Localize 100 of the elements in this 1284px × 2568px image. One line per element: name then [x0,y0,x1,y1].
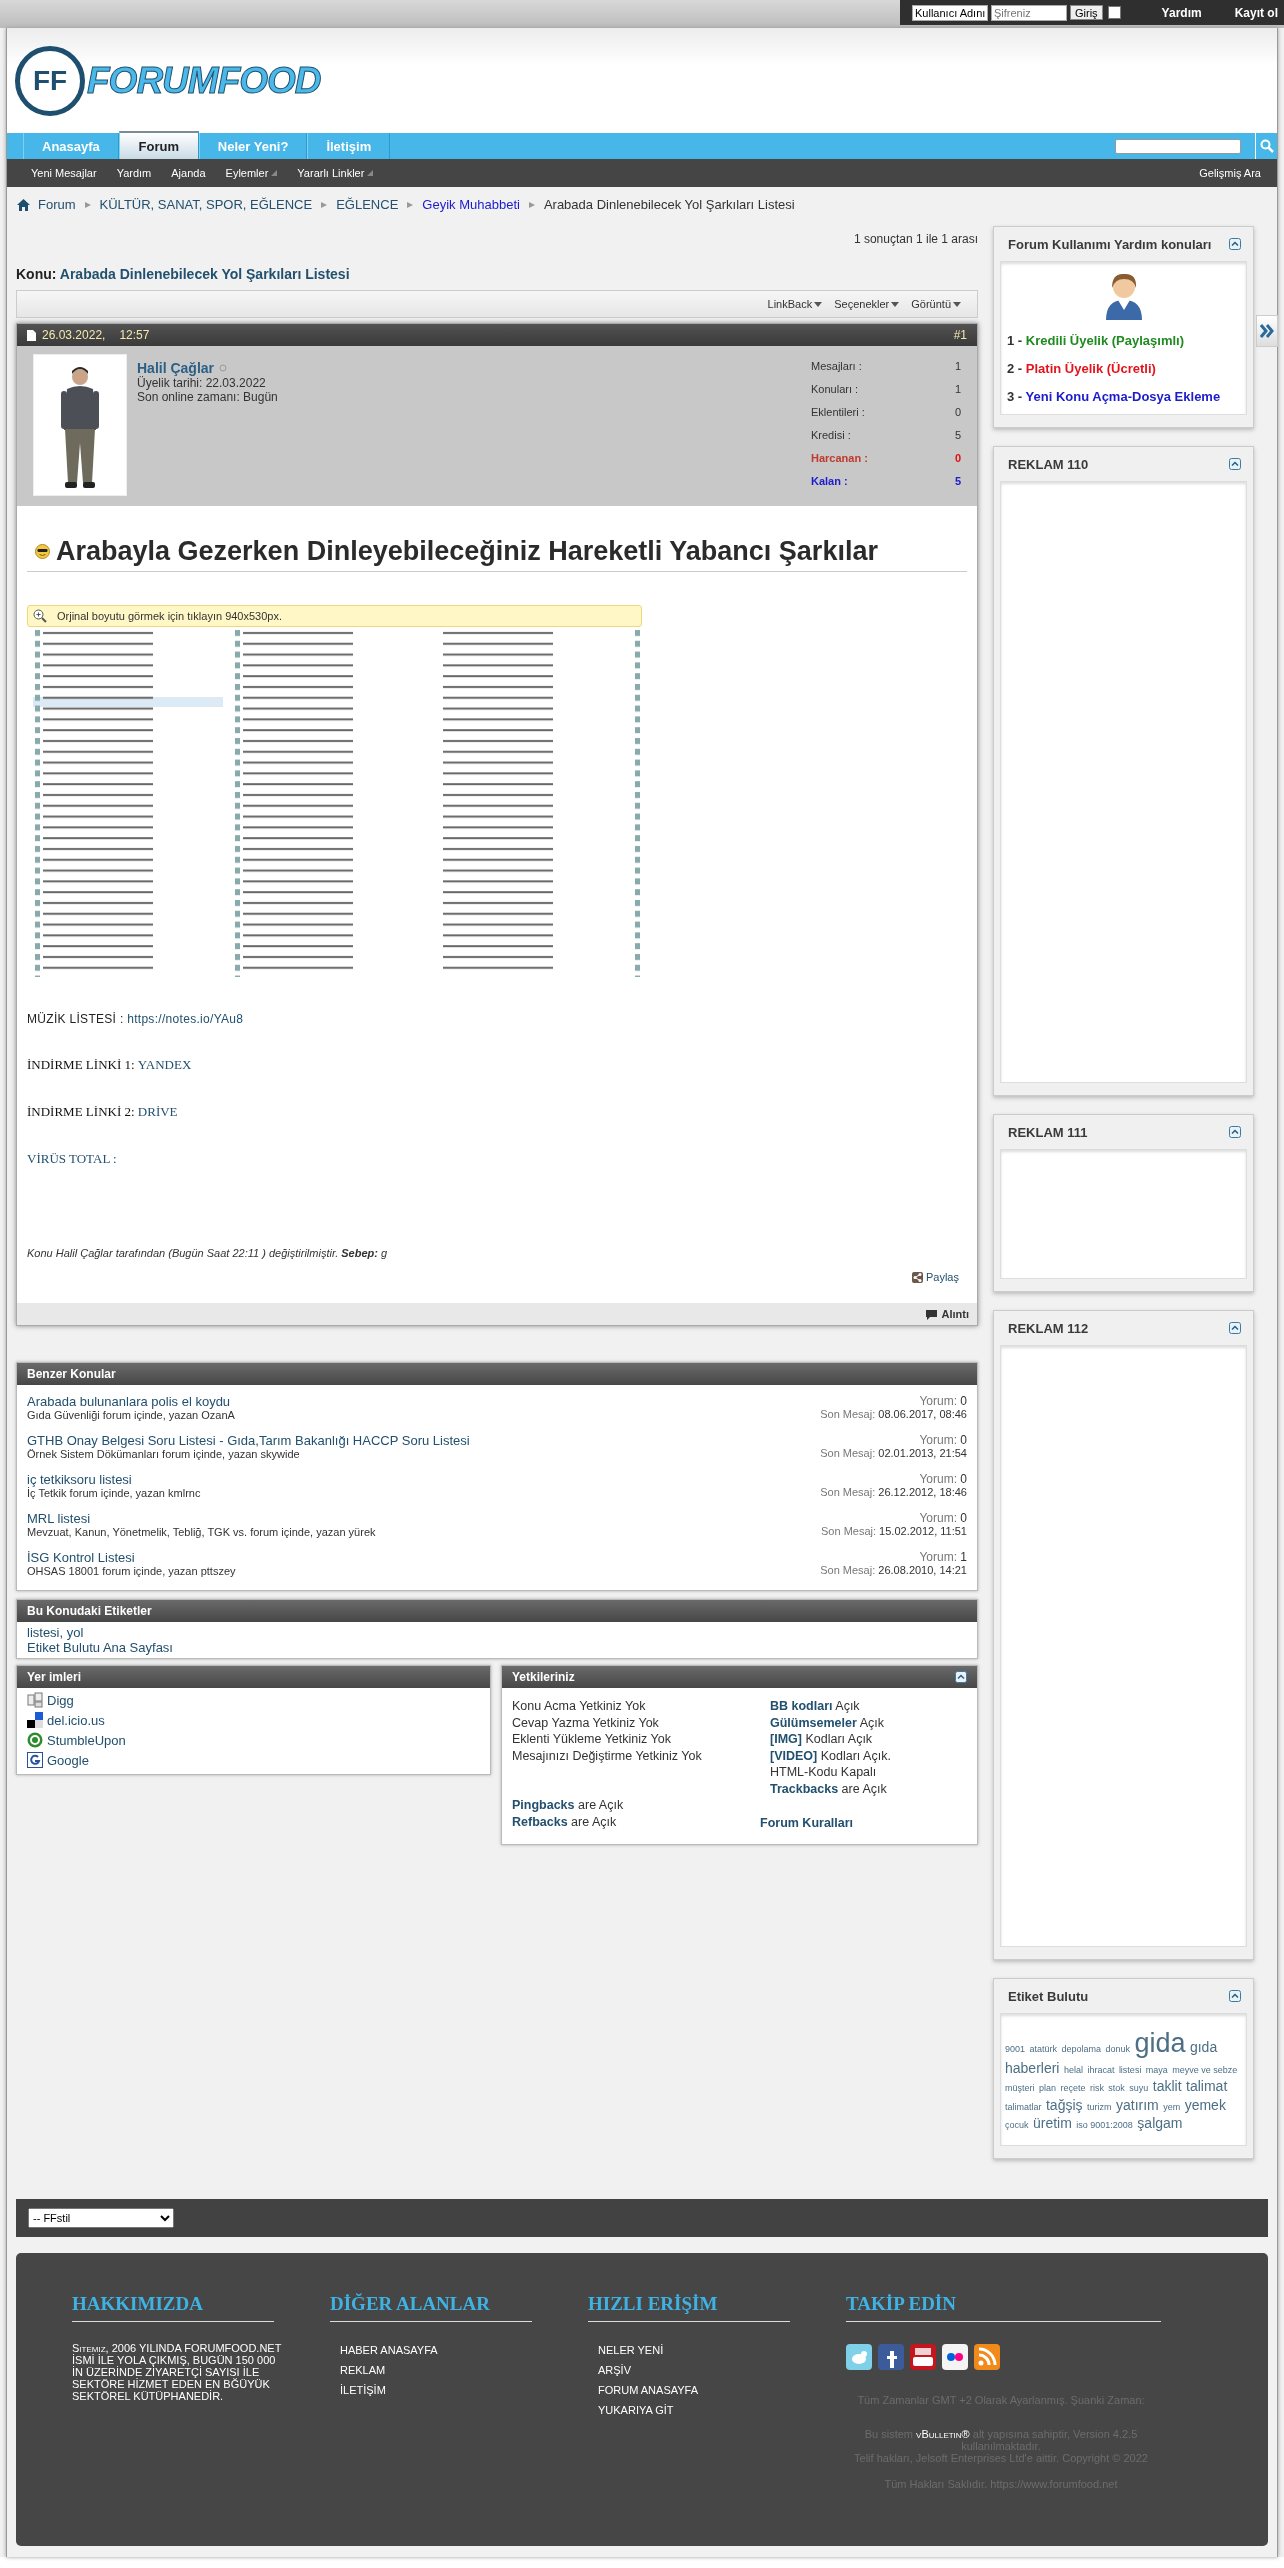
top-link[interactable]: Yardım [1161,5,1202,20]
bookmark-link[interactable]: del.icio.us [47,1712,105,1728]
help-link[interactable]: Yeni Konu Açma-Dosya Ekleme [1025,389,1221,404]
post-link[interactable]: https://notes.io/YAu8 [127,1012,244,1026]
tag-link[interactable]: listesi, yol [27,1625,84,1640]
tag-link[interactable]: gıda [1189,2039,1218,2055]
help-link[interactable]: Kredili Üyelik (Paylaşımlı) [1025,333,1185,348]
tag-link[interactable]: ihracat [1087,2065,1115,2076]
tag-link[interactable]: müşteri [1005,2083,1035,2094]
collapse-icon[interactable] [1229,1126,1241,1138]
tag-link[interactable]: talimatlar [1005,2101,1042,2112]
tag-link[interactable]: meyve ve sebze [1172,2065,1238,2076]
tag-link[interactable]: risk [1089,2083,1104,2094]
tag-link[interactable]: turizm [1087,2101,1112,2112]
thread-link[interactable]: GTHB Onay Belgesi Soru Listesi - Gıda,Tarım Bakanlığı HACCP Soru Listesi [27,1433,470,1448]
thread-link[interactable]: İSG Kontrol Listesi [27,1550,236,1565]
tag-link[interactable]: gida [1134,2028,1186,2058]
twitter-icon[interactable] [846,2343,872,2370]
tag-link[interactable]: tağşiş [1045,2096,1083,2113]
tag-link[interactable]: iso 9001:2008 [1076,2120,1133,2131]
tag-link[interactable]: yemek [1184,2096,1226,2113]
breadcrumb-link[interactable]: KÜLTÜR, SANAT, SPOR, EĞLENCE [99,197,313,212]
author-name[interactable]: Halil Çağlar [137,360,215,376]
rss-icon[interactable] [974,2343,1000,2370]
tag-link[interactable]: donuk [1105,2044,1130,2054]
rules-link[interactable]: Forum Kuralları [760,1815,967,1832]
tag-link[interactable]: suyu [1129,2083,1149,2094]
thread-link[interactable]: Arabada bulunanlara polis el koydu [27,1394,235,1409]
collapse-icon[interactable] [955,1671,967,1683]
thread-link[interactable]: iç tetkiksoru listesi [27,1472,201,1487]
permission-link[interactable]: [VIDEO] [770,1748,818,1763]
collapse-icon[interactable] [1229,458,1241,470]
tag-link[interactable]: taklit [1152,2078,1182,2095]
quote-button[interactable]: Alıntı [924,1308,969,1320]
post-link[interactable]: DRİVE [137,1104,178,1120]
tag-link[interactable]: atatürk [1029,2044,1057,2054]
nav-tab[interactable]: Forum [118,131,199,159]
remember-checkbox[interactable] [1107,6,1121,19]
tag-link[interactable]: çocuk [1005,2120,1029,2131]
toolbar-menu[interactable]: LinkBack [767,298,823,310]
collapse-icon[interactable] [1229,238,1241,250]
footer-link[interactable]: ARŞİV [598,2363,846,2376]
collapse-icon[interactable] [1229,1990,1241,2002]
image-notice[interactable]: Orjinal boyutu görmek için tıklayın 940x530px. [27,605,642,627]
toolbar-menu[interactable]: Seçenekler [834,298,900,310]
tag-link[interactable]: yatırım [1115,2096,1159,2113]
breadcrumb-link[interactable]: Forum [38,197,76,212]
subnav-link[interactable]: Yararlı Linkler [297,167,374,179]
youtube-icon[interactable] [910,2343,936,2370]
login-button[interactable]: Giriş [1070,5,1103,20]
tag-link[interactable]: üretim [1032,2115,1072,2132]
home-icon[interactable] [17,198,30,211]
search-field[interactable] [1115,138,1241,154]
password-field[interactable]: Şifreniz [991,4,1067,21]
toolbar-menu[interactable]: Görüntü [911,298,961,310]
footer-link[interactable]: YUKARIYA GİT [598,2403,846,2416]
thread-link[interactable]: MRL listesi [27,1511,376,1526]
style-select[interactable]: -- FFstil [28,2207,174,2228]
tag-link[interactable]: depolama [1061,2044,1101,2054]
permission-link[interactable]: Pingbacks [512,1798,575,1812]
post-link[interactable]: VİRÜS TOTAL : [27,1151,117,1167]
subnav-link[interactable]: Gelişmiş Ara [1199,167,1261,179]
sidebar-toggle[interactable] [1256,315,1278,347]
footer-link[interactable]: NELER YENİ [598,2343,846,2356]
facebook-icon[interactable] [878,2343,904,2370]
flickr-icon[interactable] [942,2343,968,2370]
breadcrumb-link[interactable]: EĞLENCE [336,197,399,212]
permission-link[interactable]: Gülümsemeler [770,1715,857,1730]
top-link[interactable]: Kayıt ol [1234,5,1278,20]
tag-link[interactable]: plan [1038,2083,1056,2094]
permission-link[interactable]: Trackbacks [770,1781,839,1796]
footer-link[interactable]: HABER ANASAYFA [340,2343,588,2356]
subnav-link[interactable]: Yardım [116,167,152,179]
footer-link[interactable]: FORUM ANASAYFA [598,2383,846,2396]
breadcrumb-link[interactable]: Geyik Muhabbeti [422,197,520,212]
username-field[interactable]: Kullanıcı Adını [912,4,988,21]
tag-cloud-link[interactable]: Etiket Bulutu Ana Sayfası [27,1640,173,1655]
subnav-link[interactable]: Ajanda [171,167,206,179]
collapse-icon[interactable] [1229,1322,1241,1334]
tag-link[interactable]: helal [1063,2065,1083,2076]
permission-link[interactable]: Refbacks [512,1814,568,1829]
tag-link[interactable]: şalgam [1137,2115,1183,2132]
subnav-link[interactable]: Yeni Mesajlar [31,167,97,179]
tag-link[interactable]: maya [1145,2065,1168,2076]
share-link[interactable]: Paylaş [911,1271,959,1283]
footer-link[interactable]: İLETİŞİM [340,2383,588,2396]
bookmark-link[interactable]: Digg [47,1692,74,1708]
tag-link[interactable]: talimat [1186,2078,1228,2095]
tag-link[interactable]: haberleri [1005,2060,1060,2077]
permission-link[interactable]: [IMG] [770,1732,802,1746]
tag-link[interactable]: listesi [1118,2065,1142,2076]
tag-link[interactable]: yem [1163,2101,1181,2112]
tag-link[interactable]: stok [1108,2083,1125,2094]
tag-link[interactable]: reçete [1060,2083,1086,2094]
post-number[interactable]: #1 [953,328,967,342]
subnav-link[interactable]: Eylemler [225,167,278,179]
bookmark-link[interactable]: Google [47,1752,89,1768]
logo-mark[interactable]: FF [15,45,85,116]
tag-link[interactable]: 9001 [1005,2044,1026,2054]
footer-link[interactable]: REKLAM [340,2363,588,2376]
